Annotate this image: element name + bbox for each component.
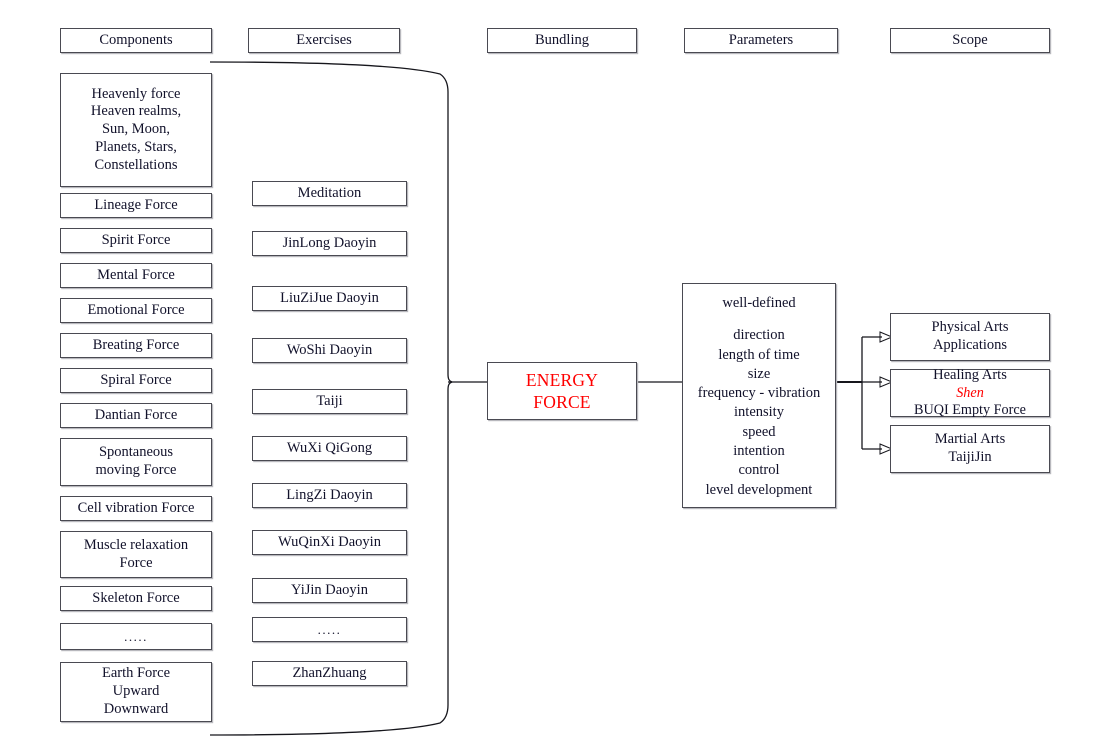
component-box[interactable]: Earth Force Upward Downward: [60, 662, 212, 722]
exercise-box[interactable]: LingZi Daoyin: [252, 483, 407, 508]
component-line: Emotional Force: [87, 301, 185, 318]
header-bundling: Bundling: [487, 28, 637, 53]
exercise-box[interactable]: LiuZiJue Daoyin: [252, 286, 407, 311]
header-components-label: Components: [99, 31, 173, 48]
header-exercises: Exercises: [248, 28, 400, 53]
exercise-box[interactable]: YiJin Daoyin: [252, 578, 407, 603]
component-line: Earth Force: [101, 665, 171, 682]
scope-line: TaijiJin: [948, 449, 992, 465]
component-line: Upward: [112, 683, 160, 700]
scope-line-shen-buqi: Shen BUQI Empty Force: [894, 385, 1046, 420]
header-parameters-label: Parameters: [728, 31, 794, 48]
component-line: Skeleton Force: [92, 589, 180, 606]
exercise-label: LiuZiJue Daoyin: [280, 289, 379, 306]
buqi-text: BUQI Empty Force: [914, 401, 1026, 418]
parameter-item: control: [738, 462, 780, 479]
component-line: Cell vibration Force: [77, 499, 195, 516]
component-box[interactable]: Heavenly force Heaven realms, Sun, Moon,…: [60, 73, 212, 187]
exercise-label: ZhanZhuang: [292, 664, 367, 681]
component-line: Spontaneous: [98, 444, 174, 461]
exercise-label: JinLong Daoyin: [282, 234, 377, 251]
component-line: Muscle relaxation: [83, 536, 189, 553]
parameter-item: frequency - vibration: [697, 385, 821, 402]
shen-red-text: Shen: [956, 384, 984, 401]
scope-line: Applications: [932, 337, 1008, 353]
exercise-box[interactable]: ZhanZhuang: [252, 661, 407, 686]
exercise-label: YiJin Daoyin: [291, 581, 368, 598]
header-parameters: Parameters: [684, 28, 838, 53]
component-box[interactable]: Spiral Force: [60, 368, 212, 393]
parameter-item: level development: [705, 481, 813, 498]
exercise-box[interactable]: WuXi QiGong: [252, 436, 407, 461]
component-line: Sun, Moon,: [101, 121, 171, 138]
parameter-item: speed: [742, 423, 776, 440]
exercise-label: WuQinXi Daoyin: [278, 533, 381, 550]
component-line: moving Force: [95, 462, 177, 478]
exercise-box[interactable]: WoShi Daoyin: [252, 338, 407, 363]
exercise-box[interactable]: Meditation: [252, 181, 407, 206]
exercise-label: WoShi Daoyin: [286, 341, 373, 358]
exercise-label: WuXi QiGong: [286, 439, 373, 456]
exercise-box[interactable]: JinLong Daoyin: [252, 231, 407, 256]
exercise-label: Meditation: [297, 184, 362, 201]
scope-line: Healing Arts: [933, 366, 1007, 383]
component-box[interactable]: Muscle relaxation Force: [60, 531, 212, 578]
energy-force-line-1: ENERGY: [525, 369, 599, 390]
parameters-box[interactable]: well-defined direction length of time si…: [682, 283, 836, 508]
component-line: Force: [119, 554, 153, 571]
component-box[interactable]: Spontaneous moving Force: [60, 438, 212, 486]
component-line: Heavenly force: [91, 85, 181, 102]
bundling-energy-force-box[interactable]: ENERGY FORCE: [487, 362, 637, 420]
component-line: Breating Force: [92, 336, 180, 353]
parameter-item: length of time: [718, 346, 800, 363]
scope-box-martial-arts[interactable]: Martial Arts TaijiJin: [890, 425, 1050, 473]
parameter-item: size: [747, 365, 771, 382]
component-line: Heaven realms,: [90, 103, 182, 120]
scope-line: Physical Arts: [931, 319, 1009, 336]
component-box[interactable]: .....: [60, 623, 212, 650]
parameters-heading: well-defined: [722, 295, 796, 311]
component-line: .....: [124, 628, 148, 644]
component-line: Planets, Stars,: [95, 138, 177, 155]
header-scope-label: Scope: [952, 31, 988, 48]
exercise-box[interactable]: .....: [252, 617, 407, 642]
bracket-top-arm: [209, 61, 453, 383]
component-box[interactable]: Breating Force: [60, 333, 212, 358]
exercise-box[interactable]: WuQinXi Daoyin: [252, 530, 407, 555]
scope-box-healing-arts[interactable]: Healing Arts Shen BUQI Empty Force: [890, 366, 1050, 420]
header-scope: Scope: [890, 28, 1050, 53]
component-line: Downward: [103, 700, 169, 717]
component-line: Lineage Force: [94, 196, 178, 213]
exercise-label: Taiji: [316, 392, 343, 409]
energy-force-line-2: FORCE: [533, 392, 591, 412]
component-line: Spirit Force: [101, 231, 171, 248]
component-box[interactable]: Mental Force: [60, 263, 212, 288]
component-box[interactable]: Spirit Force: [60, 228, 212, 253]
header-exercises-label: Exercises: [296, 31, 352, 48]
header-bundling-label: Bundling: [535, 31, 589, 48]
component-line: Spiral Force: [100, 371, 172, 388]
component-line: Constellations: [94, 156, 178, 173]
parameters-spacer: [686, 313, 832, 326]
exercise-label: .....: [317, 621, 342, 637]
component-line: Dantian Force: [94, 406, 178, 423]
header-components: Components: [60, 28, 212, 53]
parameter-item: intensity: [734, 404, 784, 421]
component-box[interactable]: Cell vibration Force: [60, 496, 212, 521]
scope-box-physical-arts[interactable]: Physical Arts Applications: [890, 313, 1050, 361]
exercise-label: LingZi Daoyin: [286, 486, 373, 503]
component-box[interactable]: Dantian Force: [60, 403, 212, 428]
diagram-canvas: Components Exercises Bundling Parameters…: [0, 0, 1100, 753]
scope-line: Martial Arts: [934, 431, 1006, 448]
component-box[interactable]: Lineage Force: [60, 193, 212, 218]
parameter-item: intention: [733, 442, 785, 459]
exercise-box[interactable]: Taiji: [252, 389, 407, 414]
component-box[interactable]: Emotional Force: [60, 298, 212, 323]
parameter-item: direction: [733, 327, 785, 344]
component-box[interactable]: Skeleton Force: [60, 586, 212, 611]
component-line: Mental Force: [97, 266, 175, 283]
